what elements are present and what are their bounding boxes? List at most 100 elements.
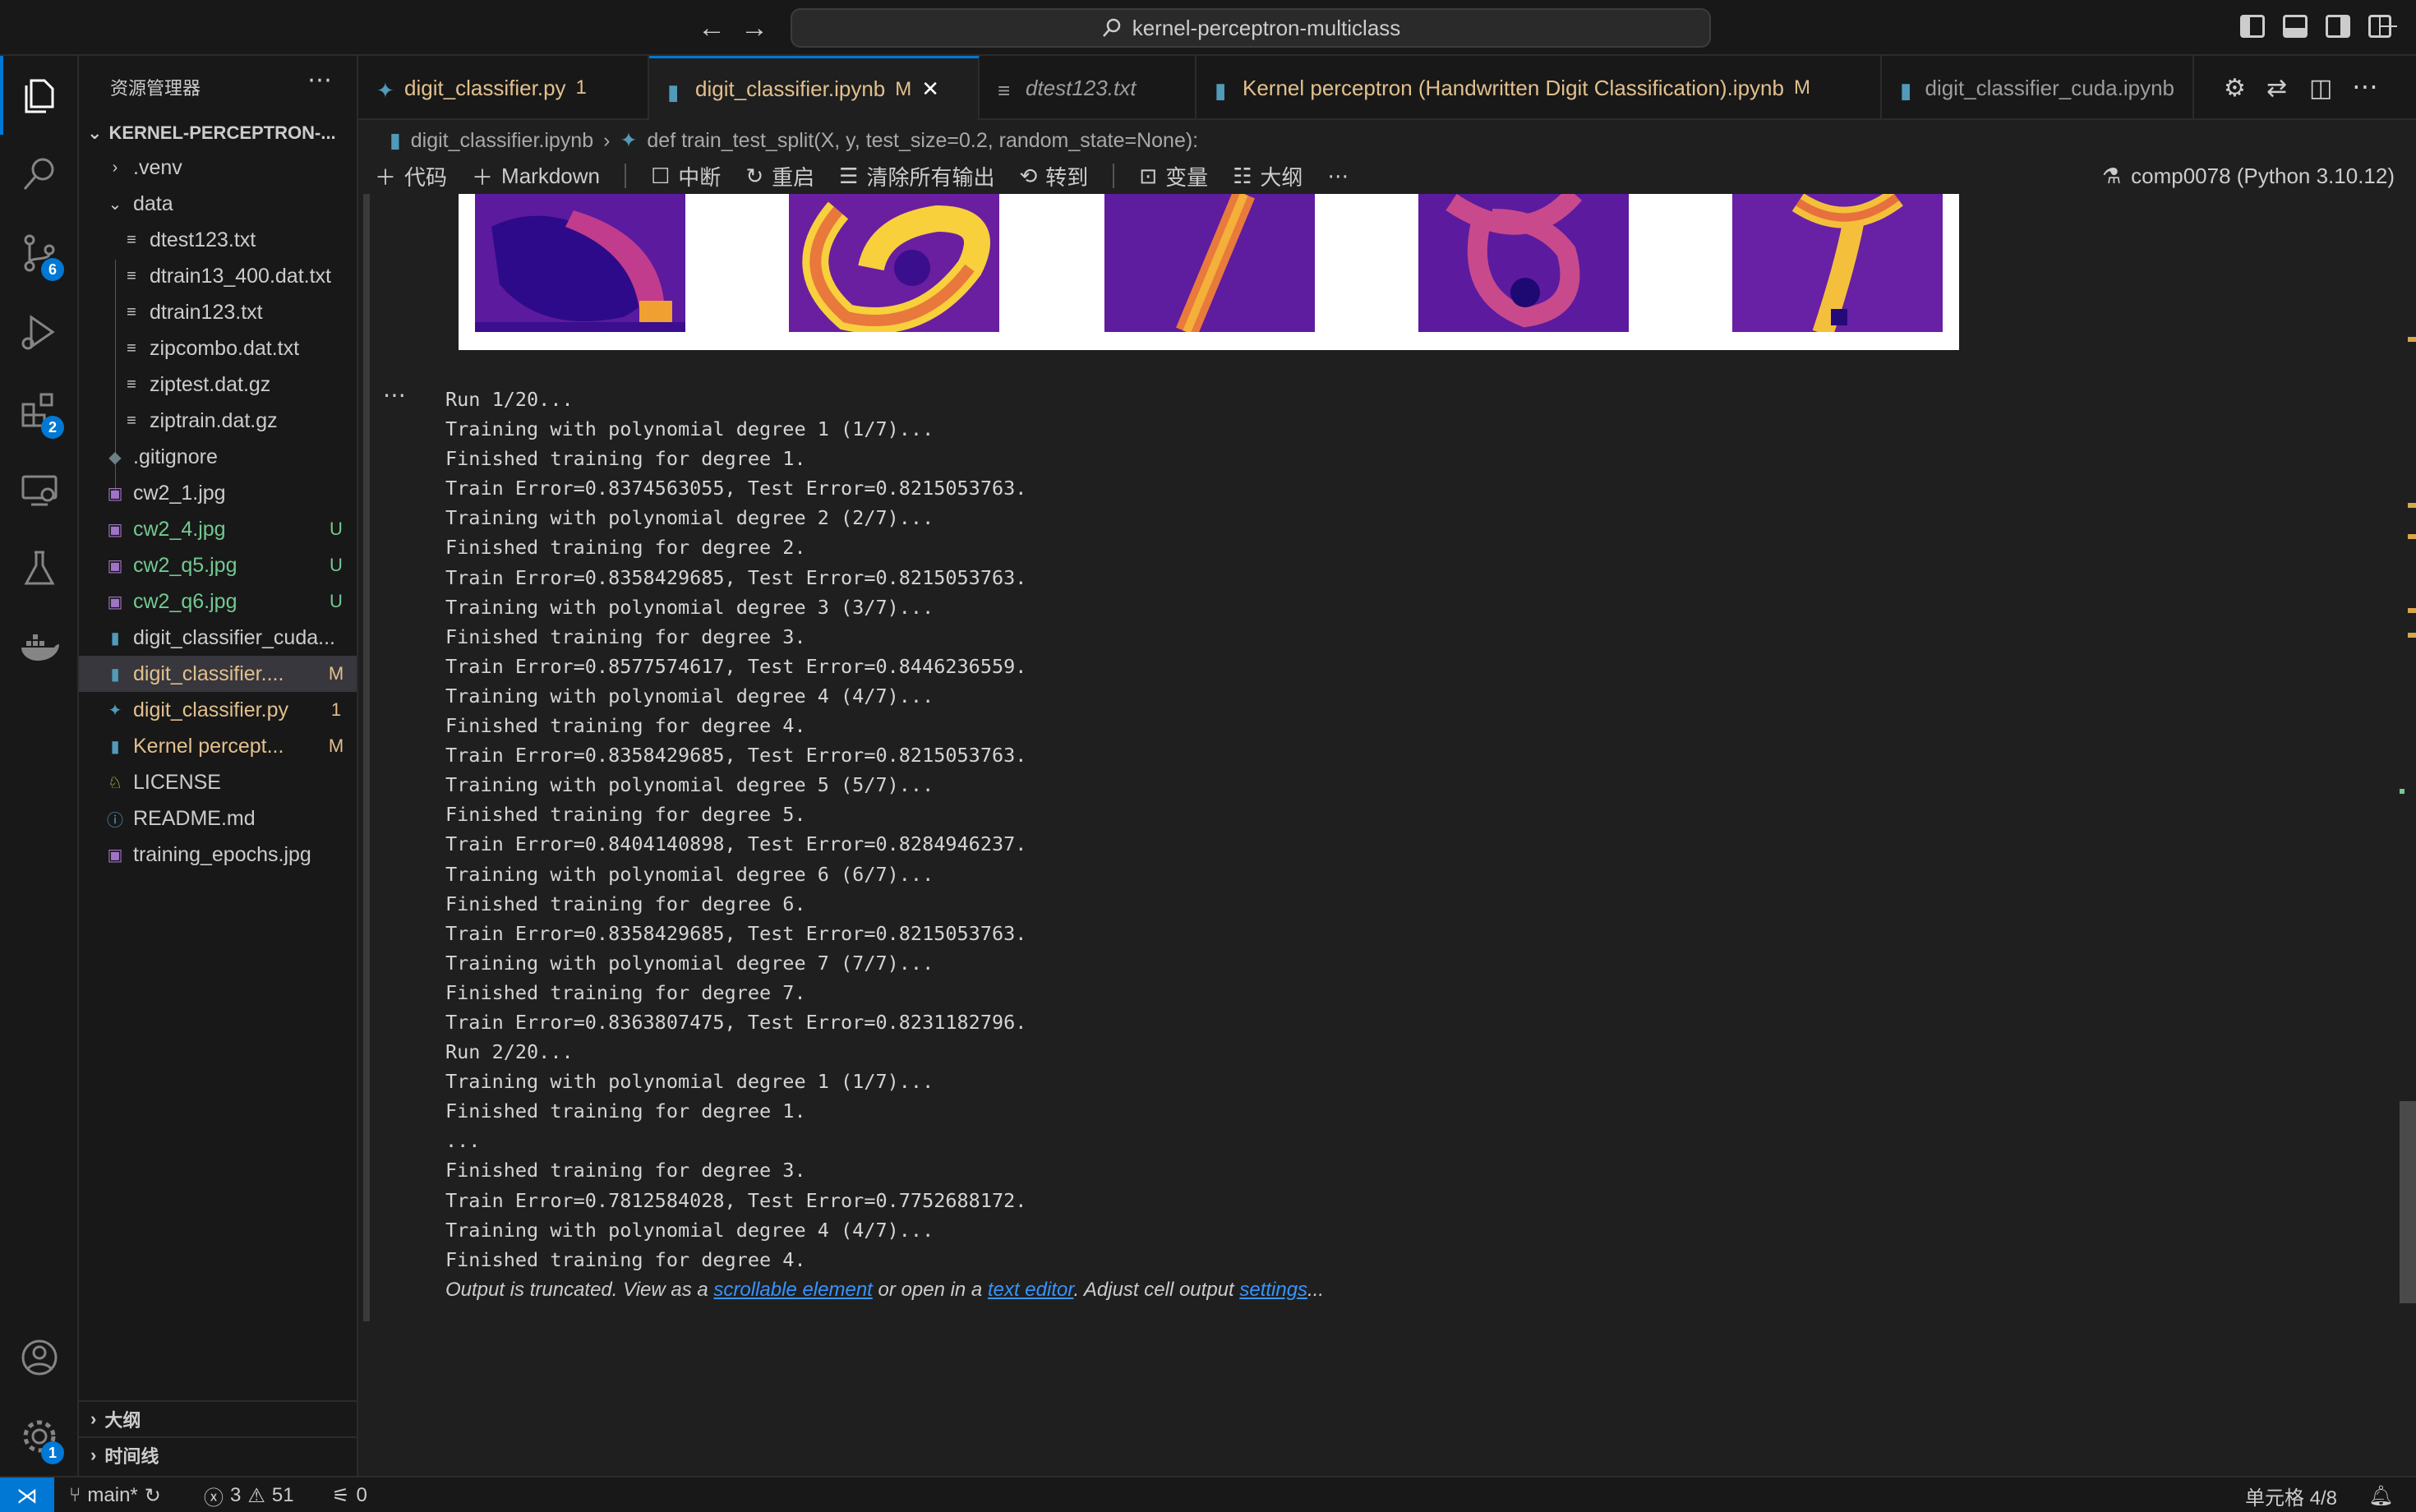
scrollable-element-link[interactable]: scrollable element	[713, 1279, 872, 1301]
open-changes-icon[interactable]: ⇄	[2266, 74, 2287, 103]
run-debug-icon[interactable]	[0, 293, 79, 371]
output-line: Train Error=0.8374563055, Test Error=0.8…	[445, 477, 1027, 500]
git-branch-status[interactable]: ⑂ main* ↻	[69, 1477, 161, 1512]
toolbar-more-button[interactable]: ⋯	[1327, 164, 1349, 189]
tree-item-cw2-q6[interactable]: ▣ cw2_q6.jpg U	[79, 583, 357, 620]
add-markdown-cell-button[interactable]: ＋ Markdown	[472, 161, 600, 191]
tab-digit-classifier-py[interactable]: ✦ digit_classifier.py 1	[358, 56, 649, 120]
tree-item-zipcombo[interactable]: ≡ zipcombo.dat.txt	[79, 330, 357, 366]
output-line: Training with polynomial degree 3 (3/7).…	[445, 595, 934, 619]
tree-item-cw2-q5[interactable]: ▣ cw2_q5.jpg U	[79, 547, 357, 583]
notebook-settings-icon[interactable]: ⚙	[2224, 74, 2246, 103]
outline-button[interactable]: ☷ 大纲	[1233, 161, 1303, 191]
customize-layout-icon[interactable]	[2368, 15, 2397, 38]
output-more-icon[interactable]: ⋯	[383, 381, 406, 408]
docker-icon[interactable]	[0, 608, 79, 687]
settings-gear-icon[interactable]: 1	[0, 1397, 79, 1476]
workspace-root-folder[interactable]: ⌄ KERNEL-PERCEPTRON-...	[87, 117, 350, 150]
notifications-bell-icon[interactable]: 🔔︎	[2368, 1477, 2393, 1512]
breadcrumb-symbol[interactable]: def train_test_split(X, y, test_size=0.2…	[647, 129, 1198, 153]
tab-digit-classifier-ipynb[interactable]: ▮ digit_classifier.ipynb M ✕	[649, 56, 980, 120]
clear-all-outputs-button[interactable]: ☰ 清除所有输出	[839, 161, 994, 191]
tree-item-dtrain13[interactable]: ≡ dtrain13_400.dat.txt	[79, 258, 357, 294]
text-editor-link[interactable]: text editor	[988, 1279, 1074, 1301]
overview-ruler-marker	[2408, 503, 2416, 508]
problems-status[interactable]: ⓧ 3 ⚠ 51	[204, 1477, 294, 1512]
toggle-panel-icon[interactable]	[2283, 15, 2308, 38]
tree-item-gitignore[interactable]: ◆ .gitignore	[79, 439, 357, 475]
tree-item-readme[interactable]: ⓘ README.md	[79, 800, 357, 837]
source-control-icon[interactable]: 6	[0, 214, 79, 293]
text-file-icon: ≡	[127, 230, 136, 249]
output-line: Training with polynomial degree 7 (7/7).…	[445, 951, 934, 975]
ports-status[interactable]: ⚟ 0	[332, 1477, 367, 1512]
tree-item-training-epochs[interactable]: ▣ training_epochs.jpg	[79, 837, 357, 873]
image-file-icon: ▣	[107, 520, 123, 539]
python-file-icon: ✦	[620, 129, 638, 152]
close-icon[interactable]: ✕	[921, 76, 939, 102]
tree-item-dtrain123[interactable]: ≡ dtrain123.txt	[79, 294, 357, 330]
image-file-icon: ▣	[107, 556, 123, 575]
accounts-icon[interactable]	[0, 1318, 79, 1397]
output-line: Training with polynomial degree 1 (1/7).…	[445, 417, 934, 441]
tab-dtest123[interactable]: ≡ dtest123.txt	[980, 56, 1196, 120]
command-center-search[interactable]: kernel-perceptron-multiclass	[791, 8, 1711, 48]
tree-item-kernel-perceptron[interactable]: ▮ Kernel percept... M	[79, 728, 357, 764]
tree-item-dtest123[interactable]: ≡ dtest123.txt	[79, 222, 357, 258]
title-bar: ← → kernel-perceptron-multiclass	[0, 0, 2416, 56]
tree-item-ziptest[interactable]: ≡ ziptest.dat.gz	[79, 366, 357, 403]
more-actions-icon[interactable]: ⋯	[307, 66, 332, 94]
restart-button[interactable]: ↻ 重启	[745, 161, 814, 191]
problems-badge: 1	[330, 699, 342, 720]
tree-item-cw2-1[interactable]: ▣ cw2_1.jpg	[79, 475, 357, 511]
settings-link[interactable]: settings	[1239, 1279, 1307, 1301]
notebook-file-icon: ▮	[110, 737, 120, 756]
interrupt-button[interactable]: ☐ 中断	[651, 161, 721, 191]
arrow-right-icon[interactable]: →	[738, 12, 771, 44]
tree-item-license[interactable]: ♘ LICENSE	[79, 764, 357, 800]
toggle-secondary-sidebar-icon[interactable]	[2326, 15, 2350, 38]
cell-position-status[interactable]: 单元格 4/8	[2245, 1477, 2337, 1512]
editor-scrollbar-thumb[interactable]	[2400, 1101, 2416, 1303]
tree-item-cw2-4[interactable]: ▣ cw2_4.jpg U	[79, 511, 357, 547]
tree-item-digit-classifier-cuda[interactable]: ▮ digit_classifier_cuda...	[79, 620, 357, 656]
tab-digit-classifier-cuda[interactable]: ▮ digit_classifier_cuda.ipynb	[1882, 56, 2194, 120]
tree-item-venv[interactable]: › .venv	[79, 150, 357, 186]
arrow-left-icon[interactable]: ←	[695, 12, 728, 44]
digit-image	[475, 194, 685, 332]
outline-section[interactable]: › 大纲	[79, 1400, 357, 1436]
extensions-icon[interactable]: 2	[0, 371, 79, 450]
toggle-primary-sidebar-icon[interactable]	[2240, 15, 2265, 38]
variables-button[interactable]: ⊡ 变量	[1139, 161, 1208, 191]
remote-explorer-icon[interactable]	[0, 450, 79, 529]
chevron-down-icon: ⌄	[87, 122, 103, 143]
testing-icon[interactable]	[0, 529, 79, 608]
tree-item-ziptrain[interactable]: ≡ ziptrain.dat.gz	[79, 403, 357, 439]
kernel-picker[interactable]: ⚗ comp0078 (Python 3.10.12)	[2102, 158, 2395, 194]
breadcrumb-file[interactable]: digit_classifier.ipynb	[411, 129, 593, 153]
more-actions-icon[interactable]: ⋯	[2352, 71, 2378, 102]
tree-item-digit-classifier-ipynb[interactable]: ▮ digit_classifier.... M	[79, 656, 357, 692]
tree-item-digit-classifier-py[interactable]: ✦ digit_classifier.py 1	[79, 692, 357, 728]
image-file-icon: ▣	[107, 846, 123, 864]
tree-item-data[interactable]: ⌄ data	[79, 186, 357, 222]
tab-kernel-perceptron[interactable]: ▮ Kernel perceptron (Handwritten Digit C…	[1196, 56, 1882, 120]
notebook-file-icon: ▮	[667, 79, 680, 104]
notebook-file-icon: ▮	[110, 665, 120, 684]
search-icon	[1102, 18, 1120, 37]
add-code-cell-button[interactable]: ＋代码	[375, 161, 447, 191]
git-diamond-icon: ◆	[108, 448, 122, 467]
timeline-section[interactable]: › 时间线	[79, 1436, 357, 1473]
cell-image-output	[459, 194, 1959, 350]
search-icon[interactable]	[0, 135, 79, 214]
explorer-icon[interactable]	[0, 56, 79, 135]
chevron-right-icon: ›	[90, 1445, 97, 1465]
split-editor-icon[interactable]: ◫	[2309, 74, 2332, 103]
error-icon: ⓧ	[204, 1487, 224, 1510]
cell-focus-indicator[interactable]	[363, 194, 370, 1321]
image-file-icon: ▣	[107, 592, 123, 611]
overview-ruler-marker	[2408, 534, 2416, 539]
goto-button[interactable]: ⟲ 转到	[1019, 161, 1088, 191]
remote-indicator-icon[interactable]: ⋊	[0, 1477, 54, 1512]
notebook-file-icon: ▮	[110, 629, 120, 648]
